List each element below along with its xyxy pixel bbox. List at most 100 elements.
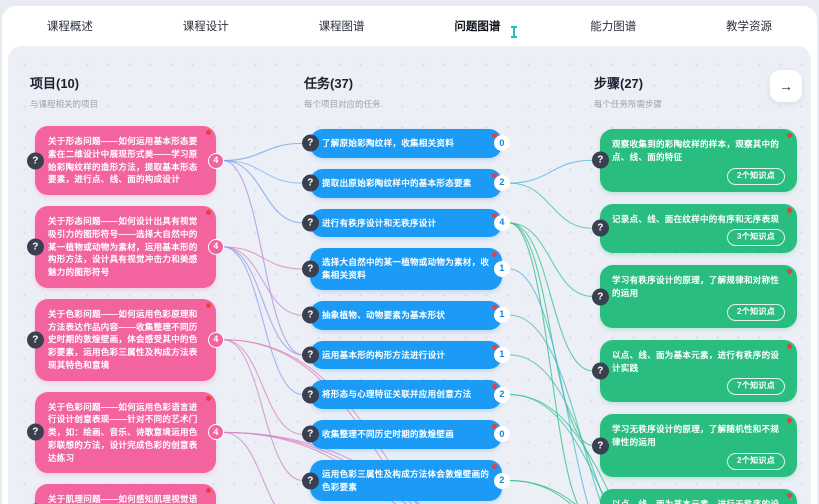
step-card[interactable]: ? 以点、线、面为基本元素，进行无秩序的设计实践 7个知识点 (600, 489, 797, 504)
question-icon[interactable]: ? (302, 426, 319, 443)
count-badge: 2 (494, 175, 510, 191)
knowledge-count-pill[interactable]: 2个知识点 (727, 453, 785, 470)
projects-column: ? 关于形态问题——如何运用基本形态要素在二维设计中展现形式美——学习原始彩陶纹… (35, 126, 216, 504)
task-card-text: 运用基本形的构形方法进行设计 (322, 350, 445, 360)
question-icon[interactable]: ? (302, 261, 319, 278)
task-card[interactable]: ? 提取出原始彩陶纹样中的基本形态要素 2 (310, 169, 502, 198)
notification-dot-icon (492, 464, 497, 469)
question-icon[interactable]: ? (302, 175, 319, 192)
task-card[interactable]: ? 运用色彩三属性及构成方法体会敦煌壁画的色彩要素 2 (310, 460, 502, 502)
question-icon[interactable]: ? (27, 424, 44, 441)
task-card-text: 将形态与心理特征关联并应用创意方法 (322, 389, 472, 399)
step-card[interactable]: ? 学习无秩序设计的原理，了解随机性和不规律性的运用 2个知识点 (600, 414, 797, 477)
question-icon[interactable]: ? (592, 437, 609, 454)
nav-tab[interactable]: 课程设计 (181, 14, 231, 38)
knowledge-pill-row: 3个知识点 (612, 229, 785, 246)
project-card[interactable]: ? 关于形态问题——如何运用基本形态要素在二维设计中展现形式美——学习原始彩陶纹… (35, 126, 216, 195)
notification-dot-icon (206, 303, 211, 308)
task-card-text: 抽象植物、动物要素为基本形状 (322, 310, 445, 320)
task-card[interactable]: ? 进行有秩序设计和无秩序设计 4 (310, 209, 502, 238)
task-card[interactable]: ? 选择大自然中的某一植物或动物为素材，收集相关资料 1 (310, 248, 502, 290)
question-icon[interactable]: ? (592, 288, 609, 305)
tasks-column: ? 了解原始彩陶纹样，收集相关资料 0 ? 提取出原始彩陶纹样中的基本形态要素 … (310, 129, 502, 504)
question-icon[interactable]: ? (302, 472, 319, 489)
project-card-text: 关于色彩问题——如何运用色彩语言进行设计创意表现——针对不同的艺术门类，如：绘画… (48, 402, 198, 463)
question-icon[interactable]: ? (27, 331, 44, 348)
step-card[interactable]: ? 观察收集到的彩陶纹样的样本，观察其中的点、线、面的特征 2个知识点 (600, 129, 797, 192)
step-card-text: 学习无秩序设计的原理，了解随机性和不规律性的运用 (612, 424, 779, 447)
question-icon[interactable]: ? (27, 152, 44, 169)
projects-subtitle: 与课程相关的项目 (30, 98, 98, 110)
task-card-text: 运用色彩三属性及构成方法体会敦煌壁画的色彩要素 (322, 469, 489, 492)
nav-tab-label: 课程图谱 (319, 21, 365, 33)
question-icon[interactable]: ? (592, 363, 609, 380)
step-card[interactable]: ? 记录点、线、面在纹样中的有序和无序表现 3个知识点 (600, 204, 797, 254)
question-icon[interactable]: ? (302, 307, 319, 324)
step-card[interactable]: ? 以点、线、面为基本元素，进行有秩序的设计实践 7个知识点 (600, 340, 797, 403)
project-card[interactable]: ? 关于色彩问题——如何运用色彩语言进行设计创意表现——针对不同的艺术门类，如：… (35, 392, 216, 474)
count-badge: 1 (494, 307, 510, 323)
question-icon[interactable]: ? (302, 214, 319, 231)
notification-dot-icon (787, 269, 792, 274)
notification-dot-icon (206, 488, 211, 493)
task-card[interactable]: ? 了解原始彩陶纹样，收集相关资料 0 (310, 129, 502, 158)
project-card-text: 关于肌理问题——如何感知肌理视觉语言——尝试在生活和艺术作品中发现有意味的肌理，… (48, 494, 198, 504)
task-card-text: 进行有秩序设计和无秩序设计 (322, 218, 436, 228)
question-icon[interactable]: ? (592, 152, 609, 169)
knowledge-pill-row: 2个知识点 (612, 168, 785, 185)
nav-tab[interactable]: 问题图谱 (452, 14, 502, 38)
expand-right-button[interactable]: → (770, 70, 802, 102)
nav-tab[interactable]: 能力图谱 (588, 14, 638, 38)
question-icon[interactable]: ? (302, 135, 319, 152)
step-card-text: 以点、线、面为基本元素，进行有秩序的设计实践 (612, 350, 779, 373)
notification-dot-icon (787, 208, 792, 213)
top-navigation: 课程概述 课程设计 课程图谱 问题图谱 能力图谱 教学资源 (2, 6, 817, 46)
question-icon[interactable]: ? (302, 386, 319, 403)
task-card-text: 收集整理不同历史时期的敦煌壁画 (322, 429, 454, 439)
count-badge: 2 (494, 387, 510, 403)
notification-dot-icon (206, 210, 211, 215)
step-card-text: 以点、线、面为基本元素，进行无秩序的设计实践 (612, 499, 779, 504)
tasks-subtitle: 每个项目对应的任务 (304, 98, 381, 110)
question-icon[interactable]: ? (27, 238, 44, 255)
task-card-text: 提取出原始彩陶纹样中的基本形态要素 (322, 178, 472, 188)
count-badge: 4 (208, 332, 224, 348)
notification-dot-icon (206, 396, 211, 401)
count-badge: 4 (494, 215, 510, 231)
count-badge: 4 (208, 424, 224, 440)
project-card[interactable]: ? 关于色彩问题——如何运用色彩原理和方法表达作品内容——收集整理不同历史时期的… (35, 299, 216, 381)
task-card-text: 了解原始彩陶纹样，收集相关资料 (322, 138, 454, 148)
question-icon[interactable]: ? (592, 220, 609, 237)
steps-header: 步骤(27) 每个任务所需步骤 (594, 73, 662, 110)
knowledge-count-pill[interactable]: 7个知识点 (727, 378, 785, 395)
nav-tab-label: 问题图谱 (454, 21, 500, 33)
notification-dot-icon (787, 344, 792, 349)
nav-tab[interactable]: 课程图谱 (317, 14, 367, 38)
nav-tab[interactable]: 课程概述 (45, 14, 95, 38)
nav-tab[interactable]: 教学资源 (724, 14, 774, 38)
project-card[interactable]: ? 关于形态问题——如何设计出具有视觉吸引力的图形符号——选择大自然中的某一植物… (35, 206, 216, 288)
count-badge: 4 (208, 239, 224, 255)
task-card[interactable]: ? 收集整理不同历史时期的敦煌壁画 0 (310, 420, 502, 449)
task-card[interactable]: ? 抽象植物、动物要素为基本形状 1 (310, 301, 502, 330)
count-badge: 1 (494, 261, 510, 277)
project-card-text: 关于形态问题——如何设计出具有视觉吸引力的图形符号——选择大自然中的某一植物或动… (48, 216, 198, 277)
projects-header: 项目(10) 与课程相关的项目 (30, 73, 98, 110)
nav-tab-label: 能力图谱 (590, 21, 636, 33)
nav-tab-label: 课程设计 (183, 21, 229, 33)
count-badge: 1 (494, 347, 510, 363)
question-icon[interactable]: ? (302, 346, 319, 363)
count-badge: 0 (494, 135, 510, 151)
knowledge-count-pill[interactable]: 3个知识点 (727, 229, 785, 246)
step-card[interactable]: ? 学习有秩序设计的原理，了解规律和对称性的运用 2个知识点 (600, 265, 797, 328)
knowledge-count-pill[interactable]: 2个知识点 (727, 168, 785, 185)
step-card-text: 学习有秩序设计的原理，了解规律和对称性的运用 (612, 275, 779, 298)
task-card[interactable]: ? 将形态与心理特征关联并应用创意方法 2 (310, 380, 502, 409)
notification-dot-icon (787, 418, 792, 423)
knowledge-count-pill[interactable]: 2个知识点 (727, 304, 785, 321)
task-card[interactable]: ? 运用基本形的构形方法进行设计 1 (310, 341, 502, 370)
steps-title: 步骤(27) (594, 73, 662, 92)
project-card[interactable]: ? 关于肌理问题——如何感知肌理视觉语言——尝试在生活和艺术作品中发现有意味的肌… (35, 484, 216, 504)
notification-dot-icon (787, 493, 792, 498)
projects-title: 项目(10) (30, 73, 98, 92)
